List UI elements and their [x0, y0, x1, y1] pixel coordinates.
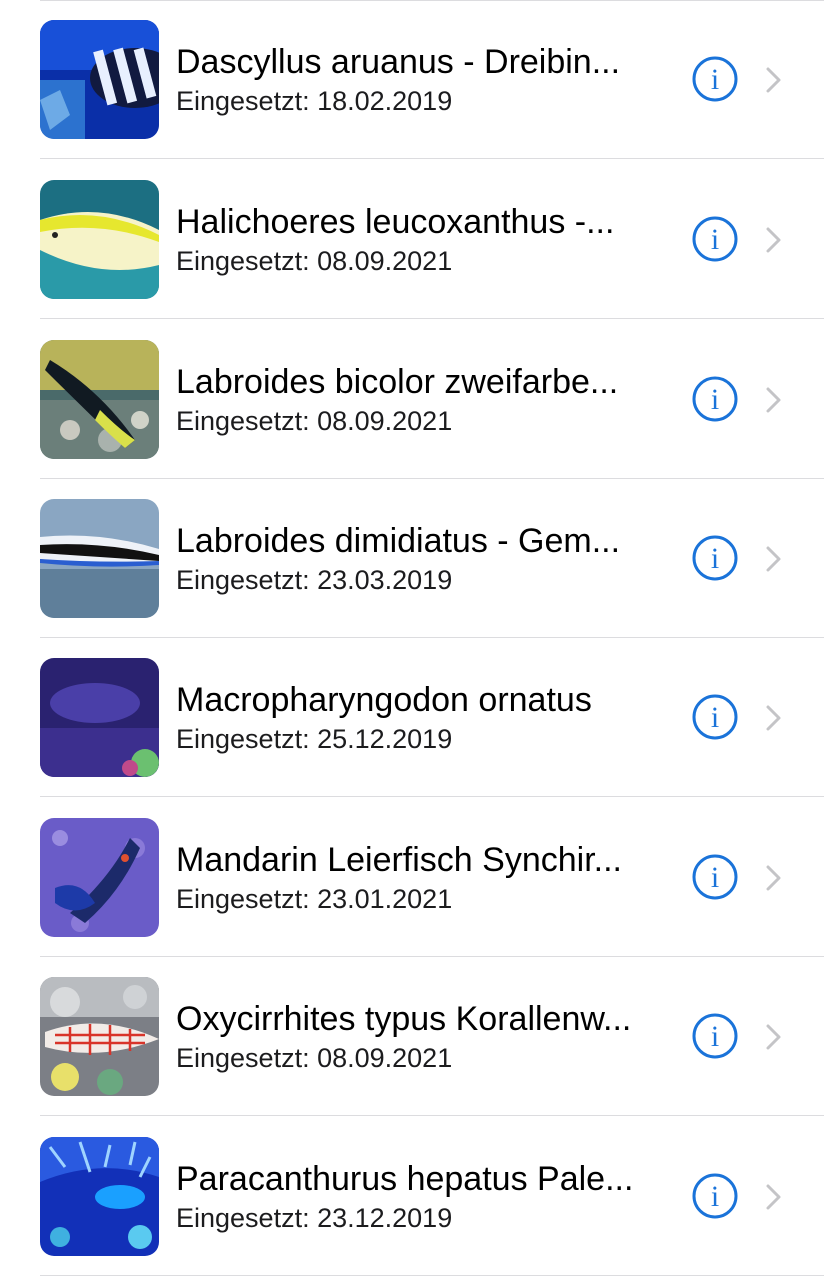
insert-date: Eingesetzt: 08.09.2021	[176, 246, 453, 276]
chevron-right-icon	[764, 864, 784, 892]
fish-photo-icon	[40, 20, 159, 139]
fish-photo-icon	[40, 1137, 159, 1256]
fish-name: Mandarin Leierfisch Synchir...	[176, 841, 622, 879]
fish-photo-icon	[40, 658, 159, 777]
chevron-right-icon	[764, 226, 784, 254]
svg-text:i: i	[711, 701, 719, 734]
fish-photo-icon	[40, 340, 159, 459]
fish-photo-icon	[40, 818, 159, 937]
list-item[interactable]: Macropharyngodon ornatus Eingesetzt: 25.…	[0, 638, 824, 797]
row-divider	[40, 1115, 824, 1116]
info-icon[interactable]: i	[691, 375, 739, 423]
fish-thumbnail	[40, 818, 159, 937]
info-icon[interactable]: i	[691, 215, 739, 263]
list-item[interactable]: Dascyllus aruanus - Dreibin... Eingesetz…	[0, 0, 824, 159]
fish-name: Labroides bicolor zweifarbe...	[176, 363, 619, 401]
svg-text:i: i	[711, 542, 719, 575]
insert-date: Eingesetzt: 23.03.2019	[176, 565, 453, 595]
fish-photo-icon	[40, 977, 159, 1096]
fish-name: Macropharyngodon ornatus	[176, 681, 592, 719]
fish-name: Labroides dimidiatus - Gem...	[176, 522, 621, 560]
list-item[interactable]: Labroides dimidiatus - Gem... Eingesetzt…	[0, 479, 824, 638]
insert-date: Eingesetzt: 08.09.2021	[176, 406, 453, 436]
fish-thumbnail	[40, 20, 159, 139]
row-divider	[40, 318, 824, 319]
fish-name: Dascyllus aruanus - Dreibin...	[176, 43, 621, 81]
info-icon[interactable]: i	[691, 1172, 739, 1220]
chevron-right-icon	[764, 704, 784, 732]
fish-name: Halichoeres leucoxanthus -...	[176, 203, 615, 241]
chevron-right-icon	[764, 66, 784, 94]
fish-thumbnail	[40, 499, 159, 618]
info-icon[interactable]: i	[691, 693, 739, 741]
fish-name: Paracanthurus hepatus Pale...	[176, 1160, 634, 1198]
insert-date: Eingesetzt: 23.12.2019	[176, 1203, 453, 1233]
fish-photo-icon	[40, 499, 159, 618]
fish-thumbnail	[40, 340, 159, 459]
info-icon[interactable]: i	[691, 55, 739, 103]
row-divider	[40, 158, 824, 159]
fish-thumbnail	[40, 180, 159, 299]
svg-text:i: i	[711, 1020, 719, 1053]
chevron-right-icon	[764, 1023, 784, 1051]
list-item[interactable]: Oxycirrhites typus Korallenw... Eingeset…	[0, 957, 824, 1116]
fish-thumbnail	[40, 977, 159, 1096]
chevron-right-icon	[764, 386, 784, 414]
svg-text:i: i	[711, 1180, 719, 1213]
info-icon[interactable]: i	[691, 853, 739, 901]
fish-name: Oxycirrhites typus Korallenw...	[176, 1000, 632, 1038]
chevron-right-icon	[764, 545, 784, 573]
info-icon[interactable]: i	[691, 534, 739, 582]
info-icon[interactable]: i	[691, 1012, 739, 1060]
svg-text:i: i	[711, 383, 719, 416]
fish-thumbnail	[40, 1137, 159, 1256]
list-item[interactable]: Paracanthurus hepatus Pale... Eingesetzt…	[0, 1117, 824, 1276]
insert-date: Eingesetzt: 08.09.2021	[176, 1043, 453, 1073]
fish-thumbnail	[40, 658, 159, 777]
svg-text:i: i	[711, 861, 719, 894]
list-item[interactable]: Labroides bicolor zweifarbe... Eingesetz…	[0, 320, 824, 479]
insert-date: Eingesetzt: 18.02.2019	[176, 86, 453, 116]
fish-photo-icon	[40, 180, 159, 299]
chevron-right-icon	[764, 1183, 784, 1211]
svg-text:i: i	[711, 223, 719, 256]
insert-date: Eingesetzt: 25.12.2019	[176, 724, 453, 754]
row-divider	[40, 796, 824, 797]
svg-text:i: i	[711, 63, 719, 96]
insert-date: Eingesetzt: 23.01.2021	[176, 884, 453, 914]
row-divider	[40, 1275, 824, 1276]
list-item[interactable]: Mandarin Leierfisch Synchir... Eingesetz…	[0, 798, 824, 957]
list-item[interactable]: Halichoeres leucoxanthus -... Eingesetzt…	[0, 160, 824, 319]
